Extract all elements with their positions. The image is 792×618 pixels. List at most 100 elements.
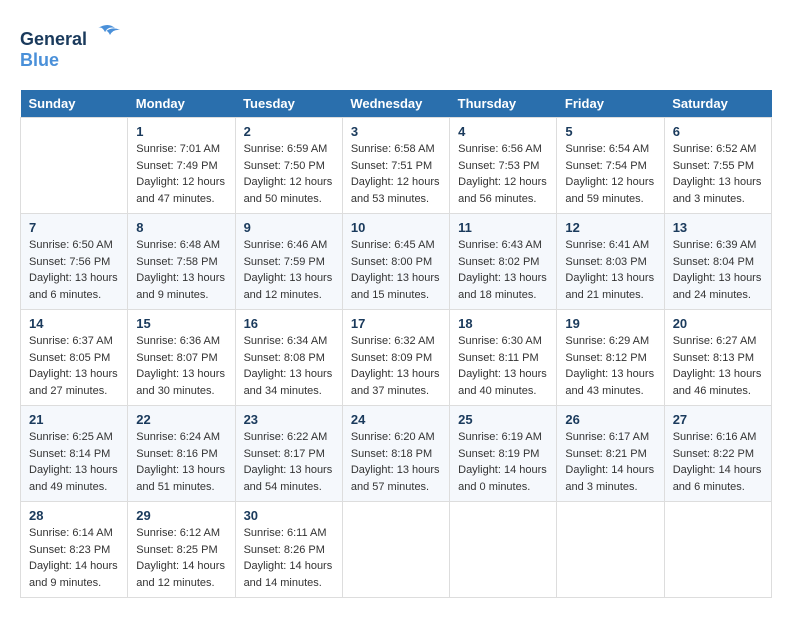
svg-text:Blue: Blue (20, 50, 59, 70)
calendar-cell: 30 Sunrise: 6:11 AMSunset: 8:26 PMDaylig… (235, 502, 342, 598)
day-info: Sunrise: 6:36 AMSunset: 8:07 PMDaylight:… (136, 335, 225, 397)
day-info: Sunrise: 6:41 AMSunset: 8:03 PMDaylight:… (565, 239, 654, 301)
calendar-cell: 18 Sunrise: 6:30 AMSunset: 8:11 PMDaylig… (450, 310, 557, 406)
calendar-cell: 4 Sunrise: 6:56 AMSunset: 7:53 PMDayligh… (450, 118, 557, 214)
day-header-thursday: Thursday (450, 90, 557, 118)
day-number: 18 (458, 316, 548, 331)
calendar-cell: 6 Sunrise: 6:52 AMSunset: 7:55 PMDayligh… (664, 118, 771, 214)
day-info: Sunrise: 6:34 AMSunset: 8:08 PMDaylight:… (244, 335, 333, 397)
day-number: 15 (136, 316, 226, 331)
logo: General Blue (20, 20, 130, 80)
day-info: Sunrise: 6:11 AMSunset: 8:26 PMDaylight:… (244, 527, 333, 589)
day-number: 19 (565, 316, 655, 331)
calendar-cell: 28 Sunrise: 6:14 AMSunset: 8:23 PMDaylig… (21, 502, 128, 598)
day-number: 4 (458, 124, 548, 139)
day-header-monday: Monday (128, 90, 235, 118)
day-number: 28 (29, 508, 119, 523)
day-number: 11 (458, 220, 548, 235)
day-info: Sunrise: 6:46 AMSunset: 7:59 PMDaylight:… (244, 239, 333, 301)
day-info: Sunrise: 6:22 AMSunset: 8:17 PMDaylight:… (244, 431, 333, 493)
day-number: 12 (565, 220, 655, 235)
day-number: 8 (136, 220, 226, 235)
calendar-cell: 22 Sunrise: 6:24 AMSunset: 8:16 PMDaylig… (128, 406, 235, 502)
day-info: Sunrise: 6:48 AMSunset: 7:58 PMDaylight:… (136, 239, 225, 301)
day-info: Sunrise: 6:59 AMSunset: 7:50 PMDaylight:… (244, 143, 333, 205)
day-number: 1 (136, 124, 226, 139)
calendar-cell: 25 Sunrise: 6:19 AMSunset: 8:19 PMDaylig… (450, 406, 557, 502)
calendar-header-row: SundayMondayTuesdayWednesdayThursdayFrid… (21, 90, 772, 118)
calendar-cell: 10 Sunrise: 6:45 AMSunset: 8:00 PMDaylig… (342, 214, 449, 310)
day-info: Sunrise: 6:14 AMSunset: 8:23 PMDaylight:… (29, 527, 118, 589)
day-number: 21 (29, 412, 119, 427)
day-info: Sunrise: 6:20 AMSunset: 8:18 PMDaylight:… (351, 431, 440, 493)
calendar-week-1: 1 Sunrise: 7:01 AMSunset: 7:49 PMDayligh… (21, 118, 772, 214)
logo-text: General Blue (20, 20, 130, 80)
calendar-cell: 19 Sunrise: 6:29 AMSunset: 8:12 PMDaylig… (557, 310, 664, 406)
calendar-week-5: 28 Sunrise: 6:14 AMSunset: 8:23 PMDaylig… (21, 502, 772, 598)
day-number: 29 (136, 508, 226, 523)
calendar-cell: 23 Sunrise: 6:22 AMSunset: 8:17 PMDaylig… (235, 406, 342, 502)
day-number: 24 (351, 412, 441, 427)
day-number: 17 (351, 316, 441, 331)
day-header-wednesday: Wednesday (342, 90, 449, 118)
day-number: 25 (458, 412, 548, 427)
day-number: 10 (351, 220, 441, 235)
calendar-week-4: 21 Sunrise: 6:25 AMSunset: 8:14 PMDaylig… (21, 406, 772, 502)
day-info: Sunrise: 6:32 AMSunset: 8:09 PMDaylight:… (351, 335, 440, 397)
calendar-cell: 17 Sunrise: 6:32 AMSunset: 8:09 PMDaylig… (342, 310, 449, 406)
day-info: Sunrise: 6:39 AMSunset: 8:04 PMDaylight:… (673, 239, 762, 301)
day-number: 9 (244, 220, 334, 235)
day-info: Sunrise: 7:01 AMSunset: 7:49 PMDaylight:… (136, 143, 225, 205)
day-number: 14 (29, 316, 119, 331)
day-header-friday: Friday (557, 90, 664, 118)
calendar-cell: 12 Sunrise: 6:41 AMSunset: 8:03 PMDaylig… (557, 214, 664, 310)
day-info: Sunrise: 6:30 AMSunset: 8:11 PMDaylight:… (458, 335, 547, 397)
day-number: 16 (244, 316, 334, 331)
calendar-cell: 9 Sunrise: 6:46 AMSunset: 7:59 PMDayligh… (235, 214, 342, 310)
day-number: 7 (29, 220, 119, 235)
calendar-cell (21, 118, 128, 214)
calendar-cell: 14 Sunrise: 6:37 AMSunset: 8:05 PMDaylig… (21, 310, 128, 406)
calendar-cell: 3 Sunrise: 6:58 AMSunset: 7:51 PMDayligh… (342, 118, 449, 214)
calendar-week-2: 7 Sunrise: 6:50 AMSunset: 7:56 PMDayligh… (21, 214, 772, 310)
day-info: Sunrise: 6:24 AMSunset: 8:16 PMDaylight:… (136, 431, 225, 493)
calendar-cell: 24 Sunrise: 6:20 AMSunset: 8:18 PMDaylig… (342, 406, 449, 502)
calendar-cell: 2 Sunrise: 6:59 AMSunset: 7:50 PMDayligh… (235, 118, 342, 214)
calendar-table: SundayMondayTuesdayWednesdayThursdayFrid… (20, 90, 772, 598)
calendar-cell: 13 Sunrise: 6:39 AMSunset: 8:04 PMDaylig… (664, 214, 771, 310)
day-number: 26 (565, 412, 655, 427)
day-number: 2 (244, 124, 334, 139)
day-info: Sunrise: 6:50 AMSunset: 7:56 PMDaylight:… (29, 239, 118, 301)
day-info: Sunrise: 6:52 AMSunset: 7:55 PMDaylight:… (673, 143, 762, 205)
calendar-cell (342, 502, 449, 598)
day-info: Sunrise: 6:37 AMSunset: 8:05 PMDaylight:… (29, 335, 118, 397)
calendar-week-3: 14 Sunrise: 6:37 AMSunset: 8:05 PMDaylig… (21, 310, 772, 406)
day-number: 22 (136, 412, 226, 427)
calendar-cell: 29 Sunrise: 6:12 AMSunset: 8:25 PMDaylig… (128, 502, 235, 598)
day-number: 30 (244, 508, 334, 523)
day-info: Sunrise: 6:27 AMSunset: 8:13 PMDaylight:… (673, 335, 762, 397)
day-header-saturday: Saturday (664, 90, 771, 118)
day-info: Sunrise: 6:56 AMSunset: 7:53 PMDaylight:… (458, 143, 547, 205)
day-info: Sunrise: 6:19 AMSunset: 8:19 PMDaylight:… (458, 431, 547, 493)
day-info: Sunrise: 6:58 AMSunset: 7:51 PMDaylight:… (351, 143, 440, 205)
calendar-cell (557, 502, 664, 598)
calendar-cell: 15 Sunrise: 6:36 AMSunset: 8:07 PMDaylig… (128, 310, 235, 406)
calendar-cell: 8 Sunrise: 6:48 AMSunset: 7:58 PMDayligh… (128, 214, 235, 310)
day-number: 23 (244, 412, 334, 427)
day-info: Sunrise: 6:54 AMSunset: 7:54 PMDaylight:… (565, 143, 654, 205)
calendar-cell: 5 Sunrise: 6:54 AMSunset: 7:54 PMDayligh… (557, 118, 664, 214)
calendar-cell: 26 Sunrise: 6:17 AMSunset: 8:21 PMDaylig… (557, 406, 664, 502)
day-number: 6 (673, 124, 763, 139)
day-header-tuesday: Tuesday (235, 90, 342, 118)
day-number: 20 (673, 316, 763, 331)
calendar-cell: 11 Sunrise: 6:43 AMSunset: 8:02 PMDaylig… (450, 214, 557, 310)
calendar-cell: 27 Sunrise: 6:16 AMSunset: 8:22 PMDaylig… (664, 406, 771, 502)
day-info: Sunrise: 6:43 AMSunset: 8:02 PMDaylight:… (458, 239, 547, 301)
calendar-cell: 1 Sunrise: 7:01 AMSunset: 7:49 PMDayligh… (128, 118, 235, 214)
day-info: Sunrise: 6:29 AMSunset: 8:12 PMDaylight:… (565, 335, 654, 397)
day-info: Sunrise: 6:17 AMSunset: 8:21 PMDaylight:… (565, 431, 654, 493)
day-info: Sunrise: 6:16 AMSunset: 8:22 PMDaylight:… (673, 431, 762, 493)
calendar-cell: 7 Sunrise: 6:50 AMSunset: 7:56 PMDayligh… (21, 214, 128, 310)
calendar-cell: 21 Sunrise: 6:25 AMSunset: 8:14 PMDaylig… (21, 406, 128, 502)
